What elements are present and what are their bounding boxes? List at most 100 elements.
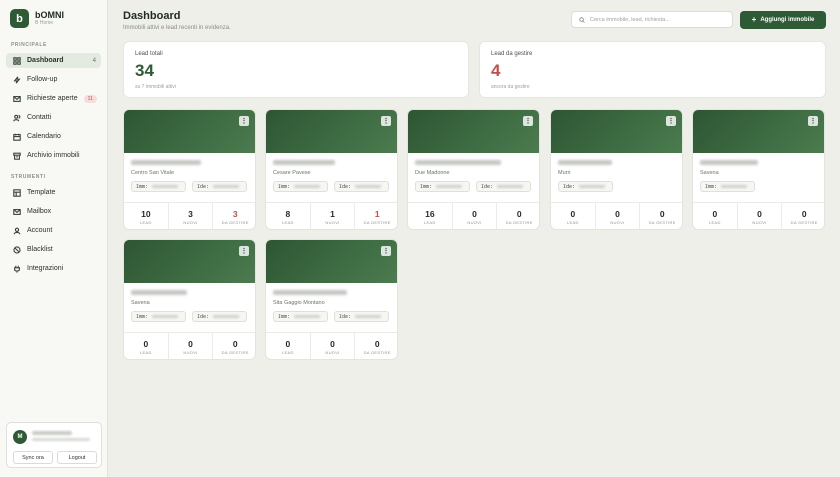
- property-stats: 10 LEAD 3 NUOVI 3 DA GESTIRE: [124, 202, 255, 229]
- property-title-redacted: [415, 160, 501, 165]
- property-title-redacted: [700, 160, 758, 165]
- more-menu-icon[interactable]: ⋮: [666, 116, 676, 126]
- more-menu-icon[interactable]: ⋮: [808, 116, 818, 126]
- chip-label: Imm:: [420, 183, 433, 190]
- sidebar-item-account[interactable]: Account: [6, 223, 101, 238]
- more-menu-icon[interactable]: ⋮: [381, 116, 391, 126]
- lead-count: 8 LEAD: [266, 203, 311, 229]
- sidebar-item-label: Account: [27, 227, 53, 234]
- property-image: [408, 110, 539, 153]
- new-count-value: 0: [615, 209, 620, 219]
- redacted-code: [152, 185, 179, 188]
- sidebar-item-contatti[interactable]: Contatti: [6, 110, 101, 125]
- property-card[interactable]: ⋮ Centro San Vitale Imm: Ide: 10 LEAD 3 N…: [123, 109, 256, 230]
- new-count-label: NUOVI: [325, 350, 340, 355]
- add-property-button[interactable]: + Aggiungi immobile: [740, 11, 826, 29]
- property-image: [266, 240, 397, 283]
- more-menu-icon[interactable]: ⋮: [239, 246, 249, 256]
- brand[interactable]: b bOMNI B Home: [10, 9, 64, 28]
- new-count: 0 NUOVI: [169, 333, 214, 359]
- sync-button[interactable]: Sync ora: [13, 451, 53, 464]
- to-manage-value: 1: [374, 209, 380, 219]
- property-title-redacted: [131, 160, 201, 165]
- new-count: 0 NUOVI: [596, 203, 641, 229]
- sidebar-item-template[interactable]: Template: [6, 185, 101, 200]
- stat-label: Lead da gestire: [491, 51, 533, 57]
- search-input[interactable]: Cerca immobile, lead, richiesta...: [571, 11, 733, 28]
- new-count: 0 NUOVI: [453, 203, 498, 229]
- redacted-code: [213, 315, 240, 318]
- property-code-chip: Imm:: [700, 181, 755, 192]
- more-menu-icon[interactable]: ⋮: [381, 246, 391, 256]
- chip-label: Imm:: [136, 313, 149, 320]
- user-card: M Sync ora Logout: [6, 422, 102, 468]
- to-manage-label: DA GESTIRE: [221, 350, 249, 355]
- chip-label: Ide:: [339, 183, 352, 190]
- property-code-chip: Imm:: [131, 311, 186, 322]
- to-manage-label: DA GESTIRE: [505, 220, 533, 225]
- to-manage-count: 1 DA GESTIRE: [355, 203, 397, 229]
- property-card[interactable]: ⋮ Cesare Pavese Imm: Ide: 8 LEAD 1 NUOVI …: [265, 109, 398, 230]
- property-card[interactable]: ⋮ Savena Imm: Ide: 0 LEAD 0 NUOVI 0 DA GE…: [123, 239, 256, 360]
- sidebar-item-label: Mailbox: [27, 208, 52, 215]
- sidebar-item-dashboard[interactable]: Dashboard 4: [6, 53, 101, 68]
- property-card[interactable]: ⋮ Sita Gaggio Montano Imm: Ide: 0 LEAD 0 …: [265, 239, 398, 360]
- sidebar-item-integrazioni[interactable]: Integrazioni: [6, 261, 101, 276]
- plug-icon: [12, 264, 21, 273]
- stat-label: Lead totali: [135, 51, 163, 57]
- redacted-code: [355, 185, 382, 188]
- new-count-label: NUOVI: [467, 220, 482, 225]
- lead-count-label: LEAD: [140, 220, 152, 225]
- sidebar-item-follow-up[interactable]: Follow-up: [6, 72, 101, 87]
- ban-icon: [12, 245, 21, 254]
- new-count-value: 0: [330, 339, 335, 349]
- new-count-value: 1: [330, 209, 335, 219]
- redacted-code: [579, 185, 606, 188]
- to-manage-count: 0 DA GESTIRE: [497, 203, 539, 229]
- to-manage-label: DA GESTIRE: [648, 220, 676, 225]
- property-card[interactable]: ⋮ Due Madonne Imm: Ide: 16 LEAD 0 NUOVI 0…: [407, 109, 540, 230]
- more-menu-icon[interactable]: ⋮: [523, 116, 533, 126]
- chip-label: Ide:: [339, 313, 352, 320]
- property-stats: 0 LEAD 0 NUOVI 0 DA GESTIRE: [124, 332, 255, 359]
- redacted-code: [355, 315, 382, 318]
- sidebar-item-blacklist[interactable]: Blacklist: [6, 242, 101, 257]
- sidebar-item-label: Template: [27, 189, 56, 196]
- mail-icon: [12, 207, 21, 216]
- sidebar-item-richieste[interactable]: Richieste aperte 11: [6, 91, 101, 106]
- stat-value: 34: [135, 61, 154, 80]
- property-card[interactable]: ⋮ Savena Imm: 0 LEAD 0 NUOVI 0 DA GESTIR…: [692, 109, 825, 230]
- sidebar-item-label: Dashboard: [27, 57, 64, 64]
- property-code-chip: Imm:: [131, 181, 186, 192]
- property-location: Centro San Vitale: [131, 170, 175, 176]
- property-code-chip: Imm:: [415, 181, 470, 192]
- redacted-code: [436, 185, 463, 188]
- redacted-code: [497, 185, 524, 188]
- chip-label: Ide:: [563, 183, 576, 190]
- lead-count: 0 LEAD: [551, 203, 596, 229]
- sidebar-item-label: Blacklist: [27, 246, 53, 253]
- user-icon: [12, 226, 21, 235]
- section-label-main: PRINCIPALE: [11, 42, 47, 48]
- lead-count-label: LEAD: [709, 220, 721, 225]
- lead-count-label: LEAD: [424, 220, 436, 225]
- sidebar-item-calendario[interactable]: Calendario: [6, 129, 101, 144]
- property-code-chip: Ide:: [476, 181, 531, 192]
- stat-card-leads-to-manage: Lead da gestire 4 ancora da gestire: [479, 41, 826, 98]
- sidebar-item-archivio[interactable]: Archivio immobili: [6, 148, 101, 163]
- lead-count: 0 LEAD: [693, 203, 738, 229]
- plus-icon: +: [751, 15, 757, 24]
- property-image: [266, 110, 397, 153]
- redacted-code: [152, 315, 179, 318]
- lead-count-value: 0: [143, 339, 149, 349]
- brand-logo: b: [10, 9, 29, 28]
- property-code-chip: Imm:: [273, 181, 328, 192]
- more-menu-icon[interactable]: ⋮: [239, 116, 249, 126]
- brand-sub: B Home: [35, 20, 54, 26]
- property-card[interactable]: ⋮ Murri Ide: 0 LEAD 0 NUOVI 0 DA GESTIRE: [550, 109, 683, 230]
- new-count-label: NUOVI: [610, 220, 625, 225]
- sidebar-item-mailbox[interactable]: Mailbox: [6, 204, 101, 219]
- chip-label: Imm:: [278, 313, 291, 320]
- logout-button[interactable]: Logout: [57, 451, 97, 464]
- stat-card-total-leads: Lead totali 34 su 7 immobili attivi: [123, 41, 469, 98]
